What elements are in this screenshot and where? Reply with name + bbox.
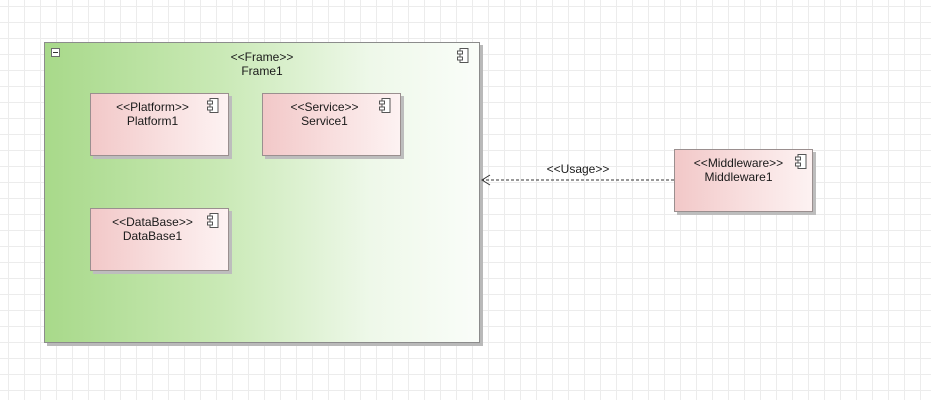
usage-connector[interactable] <box>0 0 931 400</box>
usage-label: <<Usage>> <box>546 162 610 176</box>
diagram-canvas[interactable]: <<Frame>> Frame1 <<Platform>> Platform1 … <box>0 0 931 400</box>
